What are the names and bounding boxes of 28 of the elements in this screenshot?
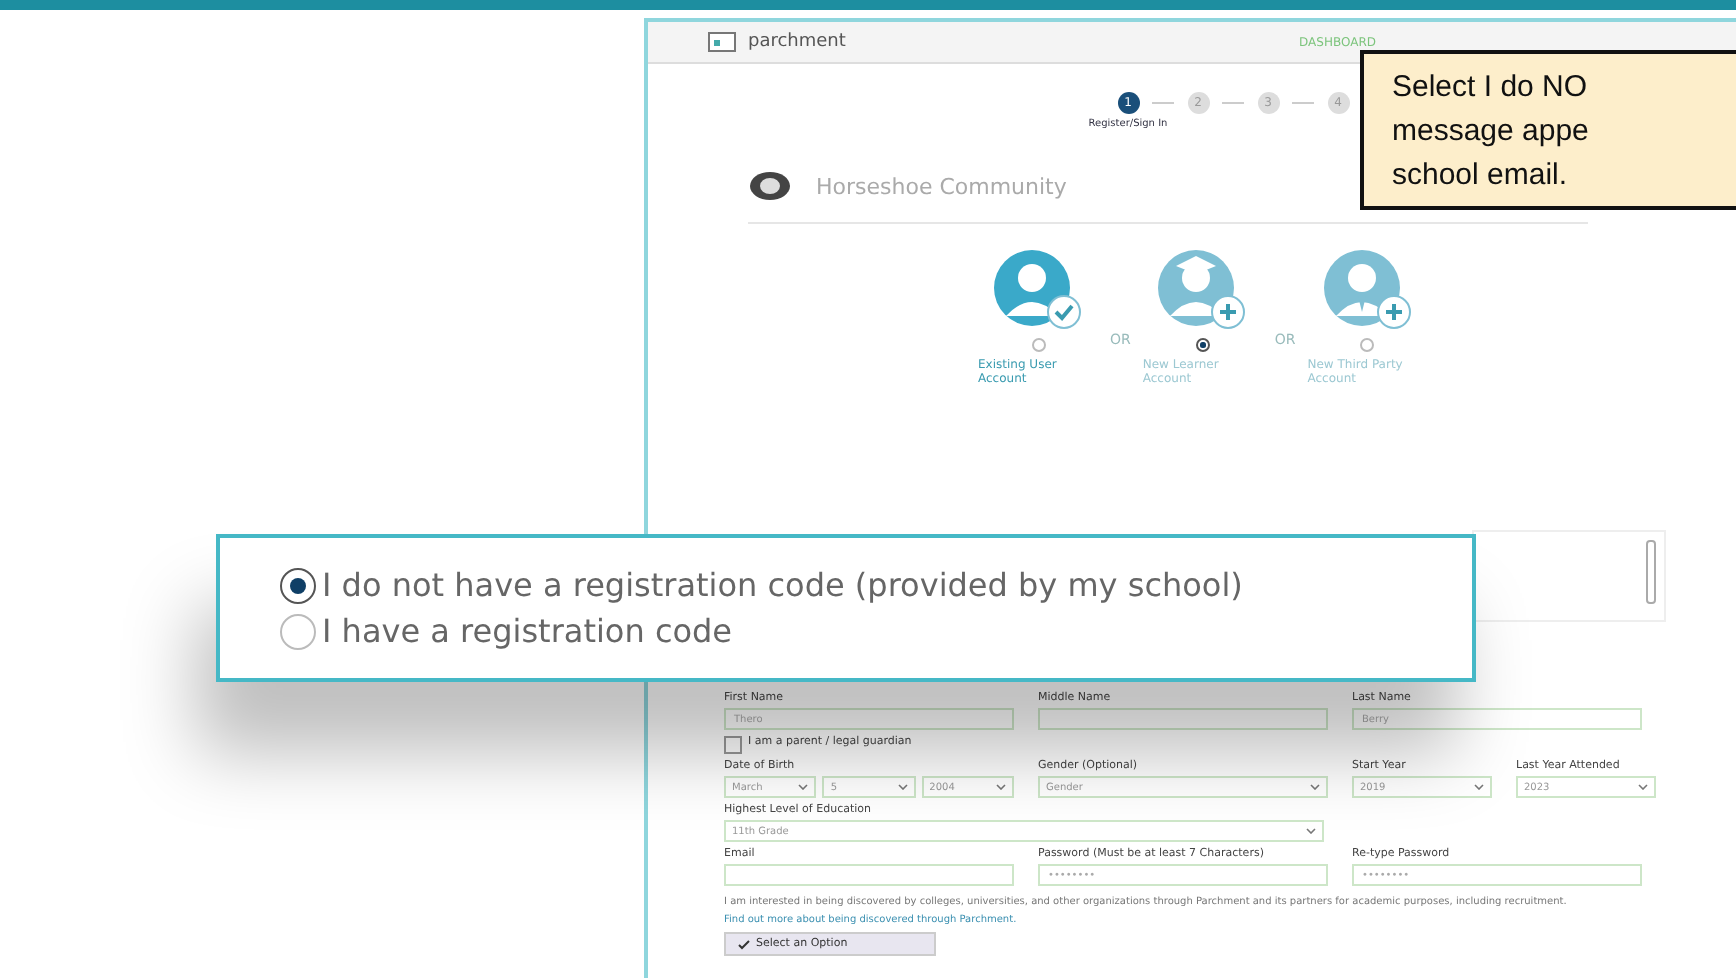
account-radio[interactable] [1360, 338, 1375, 352]
input-field[interactable] [724, 864, 1014, 886]
registration-radio[interactable] [280, 567, 316, 603]
radio-label: I have a registration code [322, 612, 733, 650]
input-field[interactable] [1038, 708, 1328, 730]
chevron-down-icon [995, 784, 1006, 790]
callout-text: school email. [1392, 156, 1570, 196]
graduate-avatar-icon [1156, 248, 1249, 332]
callout-text: Select I do NO [1392, 68, 1590, 108]
suit-avatar-icon [1321, 248, 1414, 332]
scrollbar [1646, 540, 1656, 604]
radio-label: I do not have a registration code (provided by my school) [322, 566, 1243, 604]
chevron-down-icon [1306, 828, 1316, 834]
chevron-down-icon [798, 784, 809, 790]
account-radio[interactable] [1031, 338, 1045, 352]
chevron-down-icon [1638, 784, 1648, 790]
account-radio[interactable] [1195, 338, 1210, 352]
school-name: Horseshoe Community [816, 173, 1067, 199]
logo-icon [708, 32, 736, 52]
site-logo: parchment [748, 32, 846, 52]
chevron-down-icon [1474, 784, 1484, 790]
user-check-avatar-icon [992, 248, 1084, 332]
callout-text: message appe [1392, 112, 1591, 152]
chevron-down-icon [1310, 784, 1320, 790]
registration-radio[interactable] [280, 613, 316, 649]
check-icon [738, 939, 750, 949]
chevron-down-icon [897, 784, 908, 790]
guardian-checkbox[interactable] [724, 736, 742, 754]
